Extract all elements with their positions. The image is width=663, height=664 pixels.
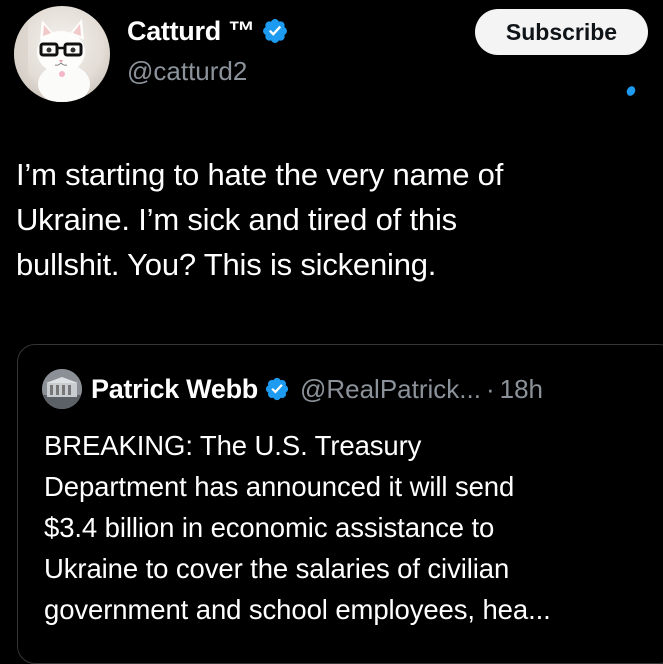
verified-badge-icon bbox=[262, 19, 287, 43]
author-handle[interactable]: @catturd2 bbox=[127, 56, 247, 87]
quote-author-avatar[interactable] bbox=[42, 369, 82, 409]
quote-timestamp[interactable]: 18h bbox=[500, 374, 543, 405]
quote-author-name[interactable]: Patrick Webb bbox=[91, 374, 258, 405]
author-name[interactable]: Catturd ™ bbox=[127, 16, 255, 47]
quote-header: Patrick Webb @RealPatrick... · 18h bbox=[42, 369, 543, 409]
building-avatar-icon bbox=[42, 369, 82, 409]
separator-dot: · bbox=[485, 373, 495, 404]
verified-badge-icon bbox=[265, 377, 289, 401]
tweet: Catturd ™ @catturd2 Subscribe I’m starti… bbox=[0, 0, 663, 664]
author-name-row: Catturd ™ bbox=[127, 14, 289, 48]
subscribe-button[interactable]: Subscribe bbox=[475, 9, 648, 55]
author-avatar[interactable] bbox=[14, 6, 110, 102]
quote-text: BREAKING: The U.S. Treasury Department h… bbox=[44, 430, 551, 625]
cat-avatar-icon bbox=[14, 6, 90, 102]
tweet-text: I’m starting to hate the very name of Uk… bbox=[16, 157, 504, 282]
blue-dot-indicator bbox=[625, 84, 637, 98]
quote-author-handle[interactable]: @RealPatrick... bbox=[300, 374, 481, 405]
quote-tweet-card[interactable]: Patrick Webb @RealPatrick... · 18h BREAK… bbox=[17, 344, 663, 664]
